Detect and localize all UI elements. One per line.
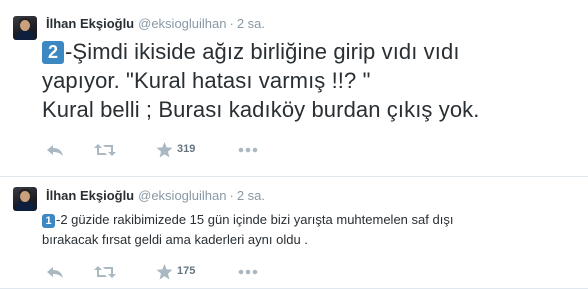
tweet-text: 2 -Şimdi ikiside ağız birliğine girip vıd… xyxy=(42,37,582,124)
tweet-text-line: Kural belli ; Burası kadıköy burdan çıkı… xyxy=(42,97,480,122)
tweet-text: 1 -2 güzide rakibimizede 15 gün içinde bi… xyxy=(42,210,582,250)
timestamp[interactable]: 2 sa. xyxy=(237,16,265,31)
favorite-count[interactable]: 319 xyxy=(177,143,195,155)
favorite-count[interactable]: 175 xyxy=(177,265,195,277)
retweet-button[interactable] xyxy=(94,140,116,160)
author-handle[interactable]: @eksiogluilhan xyxy=(138,188,226,203)
timestamp[interactable]: 2 sa. xyxy=(237,188,265,203)
tweet-text-segment: -2 güzide rakibimizede 15 gün içinde biz… xyxy=(56,212,454,227)
tweet-text-line: bırakacak fırsat geldi ama kaderleri ayn… xyxy=(42,232,308,247)
more-button[interactable] xyxy=(238,140,258,160)
tweet: İlhan Ekşioğlu @eksiogluilhan · 2 sa. 1 -2 g… xyxy=(0,177,588,287)
reply-icon xyxy=(47,267,63,278)
author-handle[interactable]: @eksiogluilhan xyxy=(138,16,226,31)
tweet-text-segment: -Şimdi ikiside ağız birliğine girip vıdı… xyxy=(65,39,460,64)
more-icon xyxy=(238,269,258,275)
tweet-header: İlhan Ekşioğlu @eksiogluilhan · 2 sa. xyxy=(46,188,265,203)
star-icon xyxy=(156,264,173,280)
tweet-text-line: 1 -2 güzide rakibimizede 15 gün içinde bi… xyxy=(42,210,582,230)
more-button[interactable] xyxy=(238,262,258,282)
star-icon xyxy=(156,142,173,158)
tweet-text-line: yapıyor. "Kural hatası varmış !!? " xyxy=(42,68,371,93)
reply-button[interactable] xyxy=(46,262,64,282)
tweet-text-line: 2 -Şimdi ikiside ağız birliğine girip vıd… xyxy=(42,37,582,66)
retweet-icon xyxy=(94,266,116,278)
number-badge: 2 xyxy=(42,41,64,64)
favorite-button[interactable] xyxy=(156,140,173,160)
retweet-icon xyxy=(94,144,116,156)
reply-button[interactable] xyxy=(46,140,64,160)
tweet: İlhan Ekşioğlu @eksiogluilhan · 2 sa. 2 -Şim… xyxy=(0,0,588,176)
avatar[interactable] xyxy=(13,16,37,40)
author-name[interactable]: İlhan Ekşioğlu xyxy=(46,16,134,31)
favorite-button[interactable] xyxy=(156,262,173,282)
separator: · xyxy=(229,16,234,31)
retweet-button[interactable] xyxy=(94,262,116,282)
more-icon xyxy=(238,147,258,153)
author-name[interactable]: İlhan Ekşioğlu xyxy=(46,188,134,203)
avatar[interactable] xyxy=(13,187,37,211)
tweet-header: İlhan Ekşioğlu @eksiogluilhan · 2 sa. xyxy=(46,16,265,31)
reply-icon xyxy=(47,145,63,156)
number-badge: 1 xyxy=(42,214,55,228)
separator: · xyxy=(229,188,234,203)
